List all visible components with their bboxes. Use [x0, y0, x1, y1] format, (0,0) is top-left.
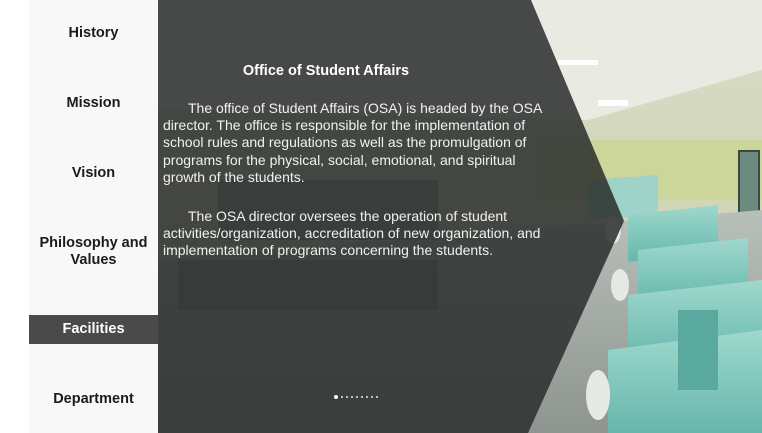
slide-title: Office of Student Affairs: [242, 63, 410, 79]
pagination-dot-4[interactable]: [351, 396, 353, 398]
pagination-dot-1[interactable]: [334, 395, 338, 399]
nav-item-department[interactable]: Department: [29, 382, 158, 416]
pagination-dot-2[interactable]: [341, 396, 343, 398]
sidebar-nav: History Mission Vision Philosophy and Va…: [29, 0, 158, 433]
slide-paragraph-1: The office of Student Affairs (OSA) is h…: [163, 100, 542, 185]
slide-paragraph-2: The OSA director oversees the operation …: [163, 208, 541, 259]
pagination-dot-6[interactable]: [361, 396, 363, 398]
pagination-dot-7[interactable]: [366, 396, 368, 398]
pagination-dot-3[interactable]: [346, 396, 348, 398]
nav-item-facilities[interactable]: Facilities: [29, 315, 158, 344]
nav-item-philosophy-and-values[interactable]: Philosophy and Values: [29, 230, 158, 274]
pagination-dot-5[interactable]: [356, 396, 358, 398]
nav-item-vision[interactable]: Vision: [29, 156, 158, 190]
facility-slide: Office of Student Affairs The office of …: [158, 0, 762, 433]
carousel-pagination: [334, 395, 378, 399]
nav-item-history[interactable]: History: [29, 16, 158, 50]
pagination-dot-9[interactable]: [376, 396, 378, 398]
nav-item-mission[interactable]: Mission: [29, 86, 158, 120]
pagination-dot-8[interactable]: [371, 396, 373, 398]
